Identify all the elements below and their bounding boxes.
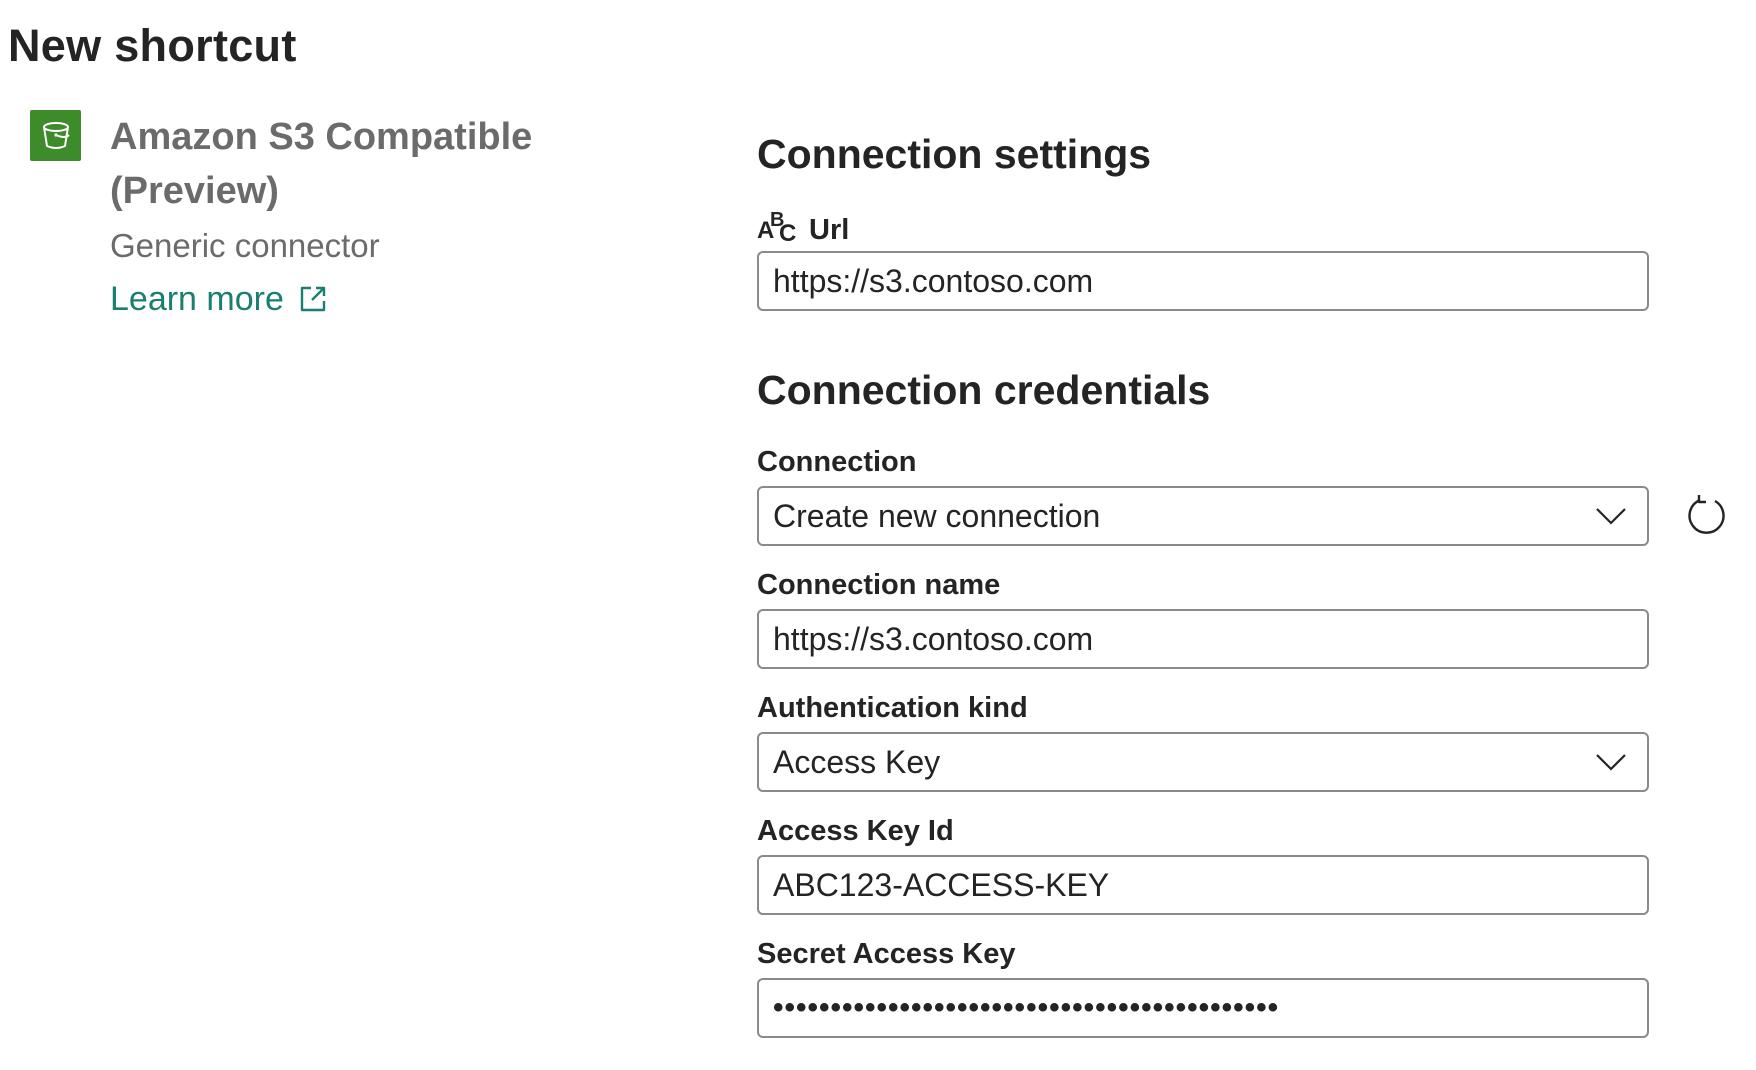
connection-name-label: Connection name [757,569,1001,601]
connector-subtitle: Generic connector [110,227,380,264]
connection-name-value: https://s3.contoso.com [773,620,1094,657]
refresh-connection-button[interactable] [1685,492,1731,538]
connection-dropdown[interactable]: Create new connection [757,486,1649,546]
secret-access-key-label: Secret Access Key [757,938,1016,970]
url-value: https://s3.contoso.com [773,262,1094,299]
url-label-text: Url [809,213,850,246]
chevron-down-icon [1595,506,1627,526]
url-input[interactable]: https://s3.contoso.com [757,251,1649,311]
open-in-new-icon [298,284,328,314]
bucket-icon [30,110,81,161]
secret-access-key-input[interactable]: ••••••••••••••••••••••••••••••••••••••••… [757,978,1649,1038]
authentication-kind-label: Authentication kind [757,692,1028,724]
access-key-id-input[interactable]: ABC123-ACCESS-KEY [757,855,1649,915]
connection-name-input[interactable]: https://s3.contoso.com [757,609,1649,669]
authentication-kind-selected: Access Key [773,743,941,780]
connector-name: Amazon S3 Compatible (Preview) [110,116,533,212]
secret-access-key-value: ••••••••••••••••••••••••••••••••••••••••… [773,993,1280,1023]
url-label: A B C Url [757,206,849,253]
authentication-kind-dropdown[interactable]: Access Key [757,732,1649,792]
refresh-icon [1688,495,1725,534]
connection-selected: Create new connection [773,497,1101,534]
access-key-id-label: Access Key Id [757,815,954,847]
chevron-down-icon [1595,752,1627,772]
new-shortcut-dialog: New shortcut Amazon S3 Compatible (Previ… [0,0,1756,1070]
learn-more-link[interactable]: Learn more [110,276,328,322]
access-key-id-value: ABC123-ACCESS-KEY [773,866,1110,903]
page-title: New shortcut [8,20,297,71]
text-type-icon: A B C [757,206,797,253]
connection-label: Connection [757,446,917,478]
connection-credentials-heading: Connection credentials [757,367,1211,413]
connection-settings-heading: Connection settings [757,131,1152,177]
svg-text:C: C [779,220,796,244]
learn-more-label: Learn more [110,280,284,318]
